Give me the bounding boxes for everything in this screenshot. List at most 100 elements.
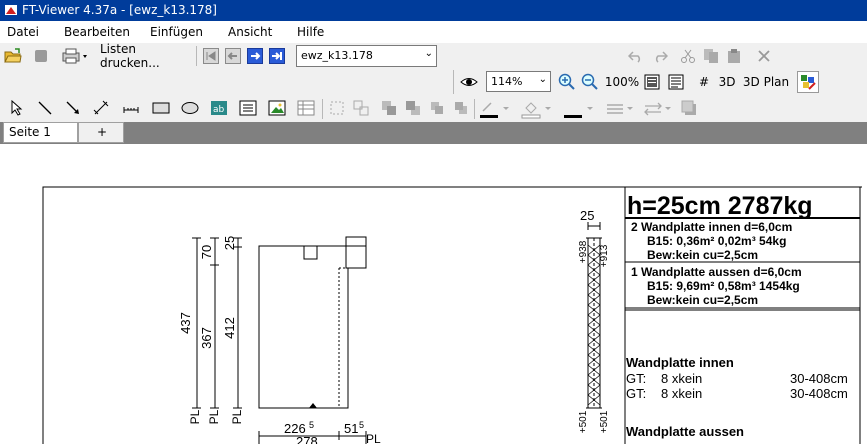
shadow-icon[interactable] — [680, 99, 698, 117]
dim-top-25: 25 — [580, 208, 594, 223]
dim-367: 367 — [199, 327, 214, 349]
ellipse-tool-icon[interactable] — [180, 99, 200, 117]
zoom-select[interactable]: 114% ⌄ — [486, 71, 551, 92]
paste-icon[interactable] — [724, 47, 744, 65]
dim-437: 437 — [178, 312, 193, 334]
line-tool-icon[interactable] — [36, 99, 54, 117]
printer-icon[interactable] — [60, 46, 90, 66]
measure-icon[interactable] — [122, 99, 140, 117]
undo-icon[interactable] — [626, 47, 646, 65]
forward-icon[interactable] — [428, 99, 446, 117]
arrow-line-icon[interactable] — [64, 99, 82, 117]
fill-color-icon[interactable] — [520, 98, 554, 120]
zoom-select-value: 114% — [491, 75, 523, 88]
last-page-icon[interactable] — [268, 47, 286, 65]
text-tool-icon[interactable]: ab — [209, 99, 229, 117]
add-page-label: + — [97, 125, 108, 139]
level-938: +938 — [578, 240, 589, 263]
toolbar-separator — [322, 99, 323, 119]
redo-icon[interactable] — [650, 47, 670, 65]
app-icon — [5, 5, 17, 15]
dimension-line-icon[interactable] — [92, 99, 110, 117]
eye-icon[interactable] — [458, 72, 480, 92]
rectangle-tool-icon[interactable] — [151, 99, 171, 117]
level-501-left: +501 — [578, 410, 589, 433]
tab-page-1[interactable]: Seite 1 — [3, 122, 78, 143]
view-3d-plan-button[interactable]: 3D Plan — [742, 72, 790, 92]
title-bar: FT-Viewer 4.37a - [ewz_k13.178] — [0, 0, 867, 21]
color-palette-icon[interactable] — [797, 71, 819, 93]
section-outer-title: Wandplatte aussen — [626, 424, 744, 439]
print-lists-button[interactable]: Listen drucken... — [100, 42, 192, 70]
textbox-tool-icon[interactable] — [238, 99, 258, 117]
text-color-icon[interactable] — [562, 98, 596, 120]
drawing-sheet: h=25cm 2787kg 2 Wandplatte innen d=6,0cm… — [42, 186, 862, 444]
line-style-icon[interactable] — [604, 98, 636, 120]
add-page-tab[interactable]: + — [78, 122, 124, 143]
svg-text:ab: ab — [213, 105, 225, 115]
page-tabs: Seite 1 + — [0, 122, 867, 144]
inner-row1-range: 30-408cm — [790, 371, 848, 386]
send-back-icon[interactable] — [404, 99, 422, 117]
grid-button[interactable]: # — [696, 72, 712, 92]
level-913: +913 — [599, 244, 610, 267]
zoom-100-button[interactable]: 100% — [605, 72, 639, 92]
menu-hilfe[interactable]: Hilfe — [297, 25, 324, 39]
backward-icon[interactable] — [452, 99, 470, 117]
item2-line3: Bew:kein cu=2,5cm — [647, 248, 758, 262]
dim-226-sup: 5 — [309, 420, 314, 430]
menu-bearbeiten[interactable]: Bearbeiten — [64, 25, 130, 39]
prev-page-icon[interactable] — [224, 47, 242, 65]
ungroup-icon[interactable] — [352, 99, 370, 117]
menu-einfuegen[interactable]: Einfügen — [150, 25, 203, 39]
open-folder-icon[interactable] — [3, 46, 23, 66]
item1-line2: B15: 9,69m² 0,58m³ 1454kg — [647, 279, 800, 293]
first-page-icon[interactable] — [202, 47, 220, 65]
dim-70: 70 — [199, 245, 214, 259]
section-inner-title: Wandplatte innen — [626, 355, 734, 370]
inner-row2-range: 30-408cm — [790, 386, 848, 401]
group-icon[interactable] — [328, 99, 346, 117]
item1-line3: Bew:kein cu=2,5cm — [647, 293, 758, 307]
toolbar-separator — [474, 99, 475, 119]
item2-line1: 2 Wandplatte innen d=6,0cm — [631, 220, 792, 234]
pl-mark: PL — [207, 409, 221, 424]
table-tool-icon[interactable] — [296, 99, 316, 117]
dim-25: 25 — [222, 236, 237, 250]
view-3d-button[interactable]: 3D — [716, 72, 738, 92]
window-title: FT-Viewer 4.37a - [ewz_k13.178] — [22, 3, 217, 17]
list-view-icon[interactable] — [666, 72, 686, 92]
dim-51-sup: 5 — [359, 420, 364, 430]
dim-412: 412 — [222, 317, 237, 339]
inner-row1-val: 8 xkein — [661, 371, 702, 386]
page-view-icon[interactable] — [642, 72, 662, 92]
zoom-in-icon[interactable] — [557, 72, 577, 92]
drawing-canvas[interactable]: h=25cm 2787kg 2 Wandplatte innen d=6,0cm… — [0, 144, 867, 444]
file-select-value: ewz_k13.178 — [301, 49, 373, 62]
toolbar-separator — [196, 46, 197, 66]
menu-datei[interactable]: Datei — [7, 25, 39, 39]
level-501-right: +501 — [599, 410, 610, 433]
zoom-out-icon[interactable] — [580, 72, 600, 92]
copy-icon[interactable] — [701, 47, 721, 65]
line-color-icon[interactable] — [478, 98, 512, 120]
menu-bar: Datei Bearbeiten Einfügen Ansicht Hilfe — [0, 21, 867, 43]
file-select[interactable]: ewz_k13.178 ⌄ — [296, 45, 437, 67]
dim-51: 51 — [344, 421, 358, 436]
cut-icon[interactable] — [678, 47, 698, 65]
delete-icon[interactable] — [754, 47, 774, 65]
menu-ansicht[interactable]: Ansicht — [228, 25, 272, 39]
next-page-icon[interactable] — [246, 47, 264, 65]
pl-mark: PL — [366, 432, 381, 444]
stop-icon[interactable] — [31, 46, 51, 66]
image-tool-icon[interactable] — [267, 99, 287, 117]
pl-mark: PL — [188, 409, 202, 424]
bring-front-icon[interactable] — [380, 99, 398, 117]
toolbar-separator — [453, 70, 454, 94]
select-arrow-icon[interactable] — [8, 99, 26, 117]
dim-278: 278 — [296, 434, 318, 444]
item1-line1: 1 Wandplatte aussen d=6,0cm — [631, 265, 802, 279]
arrow-style-icon[interactable] — [642, 98, 674, 120]
sheet-header: h=25cm 2787kg — [627, 192, 813, 220]
chevron-down-icon: ⌄ — [538, 74, 547, 85]
